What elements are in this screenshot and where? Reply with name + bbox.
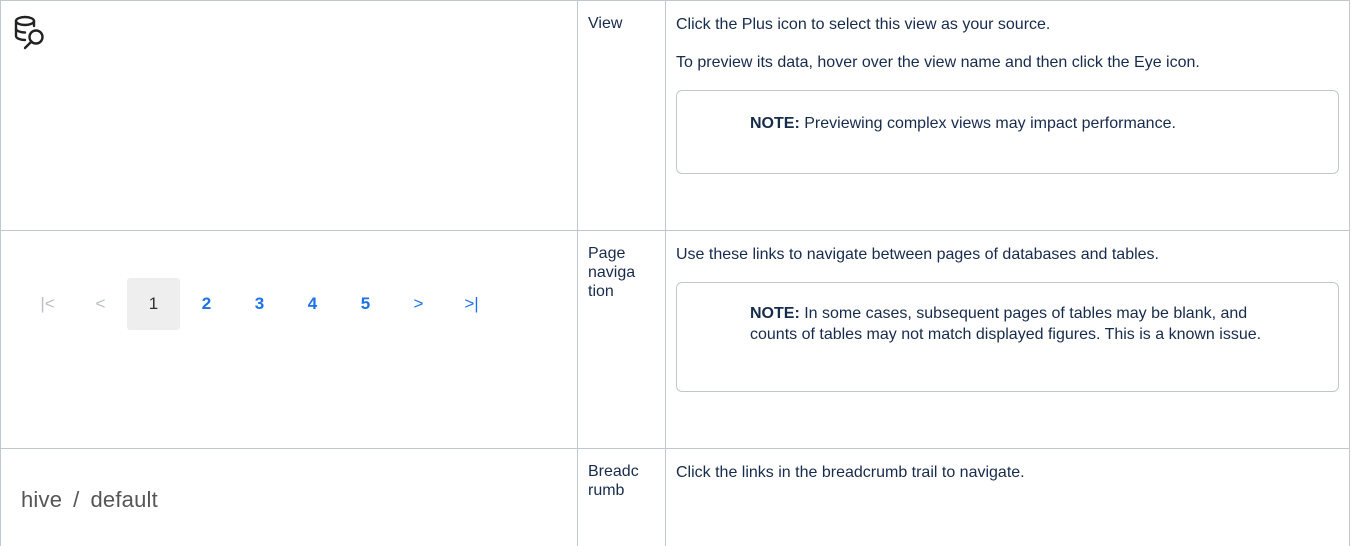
page-button-4[interactable]: 4 [286,278,339,330]
page-button-1[interactable]: 1 [127,278,180,330]
note-text: In some cases, subsequent pages of table… [750,305,1262,343]
note-panel: NOTE: Previewing complex views may impac… [676,90,1339,174]
page-button-3[interactable]: 3 [233,278,286,330]
description-text: Use these links to navigate between page… [676,246,1159,263]
pagination: |< < 1 2 3 4 5 > >| [21,278,498,330]
note-text: Previewing complex views may impact perf… [804,115,1176,132]
first-page-button[interactable]: |< [21,278,74,330]
description-text: To preview its data, hover over the view… [676,54,1200,71]
description-text: Click the Plus icon to select this view … [676,16,1051,33]
ui-elements-table: View Click the Plus icon to select this … [0,0,1350,546]
breadcrumb: hive / default [21,487,158,513]
element-name-cell: View [577,0,666,231]
image-cell [0,0,578,231]
element-name-cell: Page naviga tion [577,230,666,449]
page-button-2[interactable]: 2 [180,278,233,330]
breadcrumb-item-default[interactable]: default [90,487,157,512]
element-name: Breadc rumb [588,463,639,499]
element-name: Page naviga tion [588,245,636,300]
image-cell: |< < 1 2 3 4 5 > >| [0,230,578,449]
description-cell: Click the Plus icon to select this view … [665,0,1350,231]
description-cell: Use these links to navigate between page… [665,230,1350,449]
note-label: NOTE: [750,305,800,322]
note-panel: NOTE: In some cases, subsequent pages of… [676,282,1339,392]
element-name-cell: Breadc rumb [577,448,666,546]
last-page-button[interactable]: >| [445,278,498,330]
table-row-breadcrumb: hive / default Breadc rumb Click the links… [0,448,1350,546]
next-page-button[interactable]: > [392,278,445,330]
breadcrumb-item-hive[interactable]: hive [21,487,62,512]
previous-page-button[interactable]: < [74,278,127,330]
element-name: View [588,15,623,32]
page-button-5[interactable]: 5 [339,278,392,330]
description-cell: Click the links in the breadcrumb trail … [665,448,1350,546]
image-cell: hive / default [0,448,578,546]
breadcrumb-separator: / [73,487,80,512]
description-text: Click the links in the breadcrumb trail … [676,464,1025,481]
table-row-page-navigation: |< < 1 2 3 4 5 > >| Page naviga tion Use… [0,230,1350,449]
table-row-view: View Click the Plus icon to select this … [0,0,1350,231]
note-label: NOTE: [750,115,800,132]
database-search-icon [14,15,44,50]
